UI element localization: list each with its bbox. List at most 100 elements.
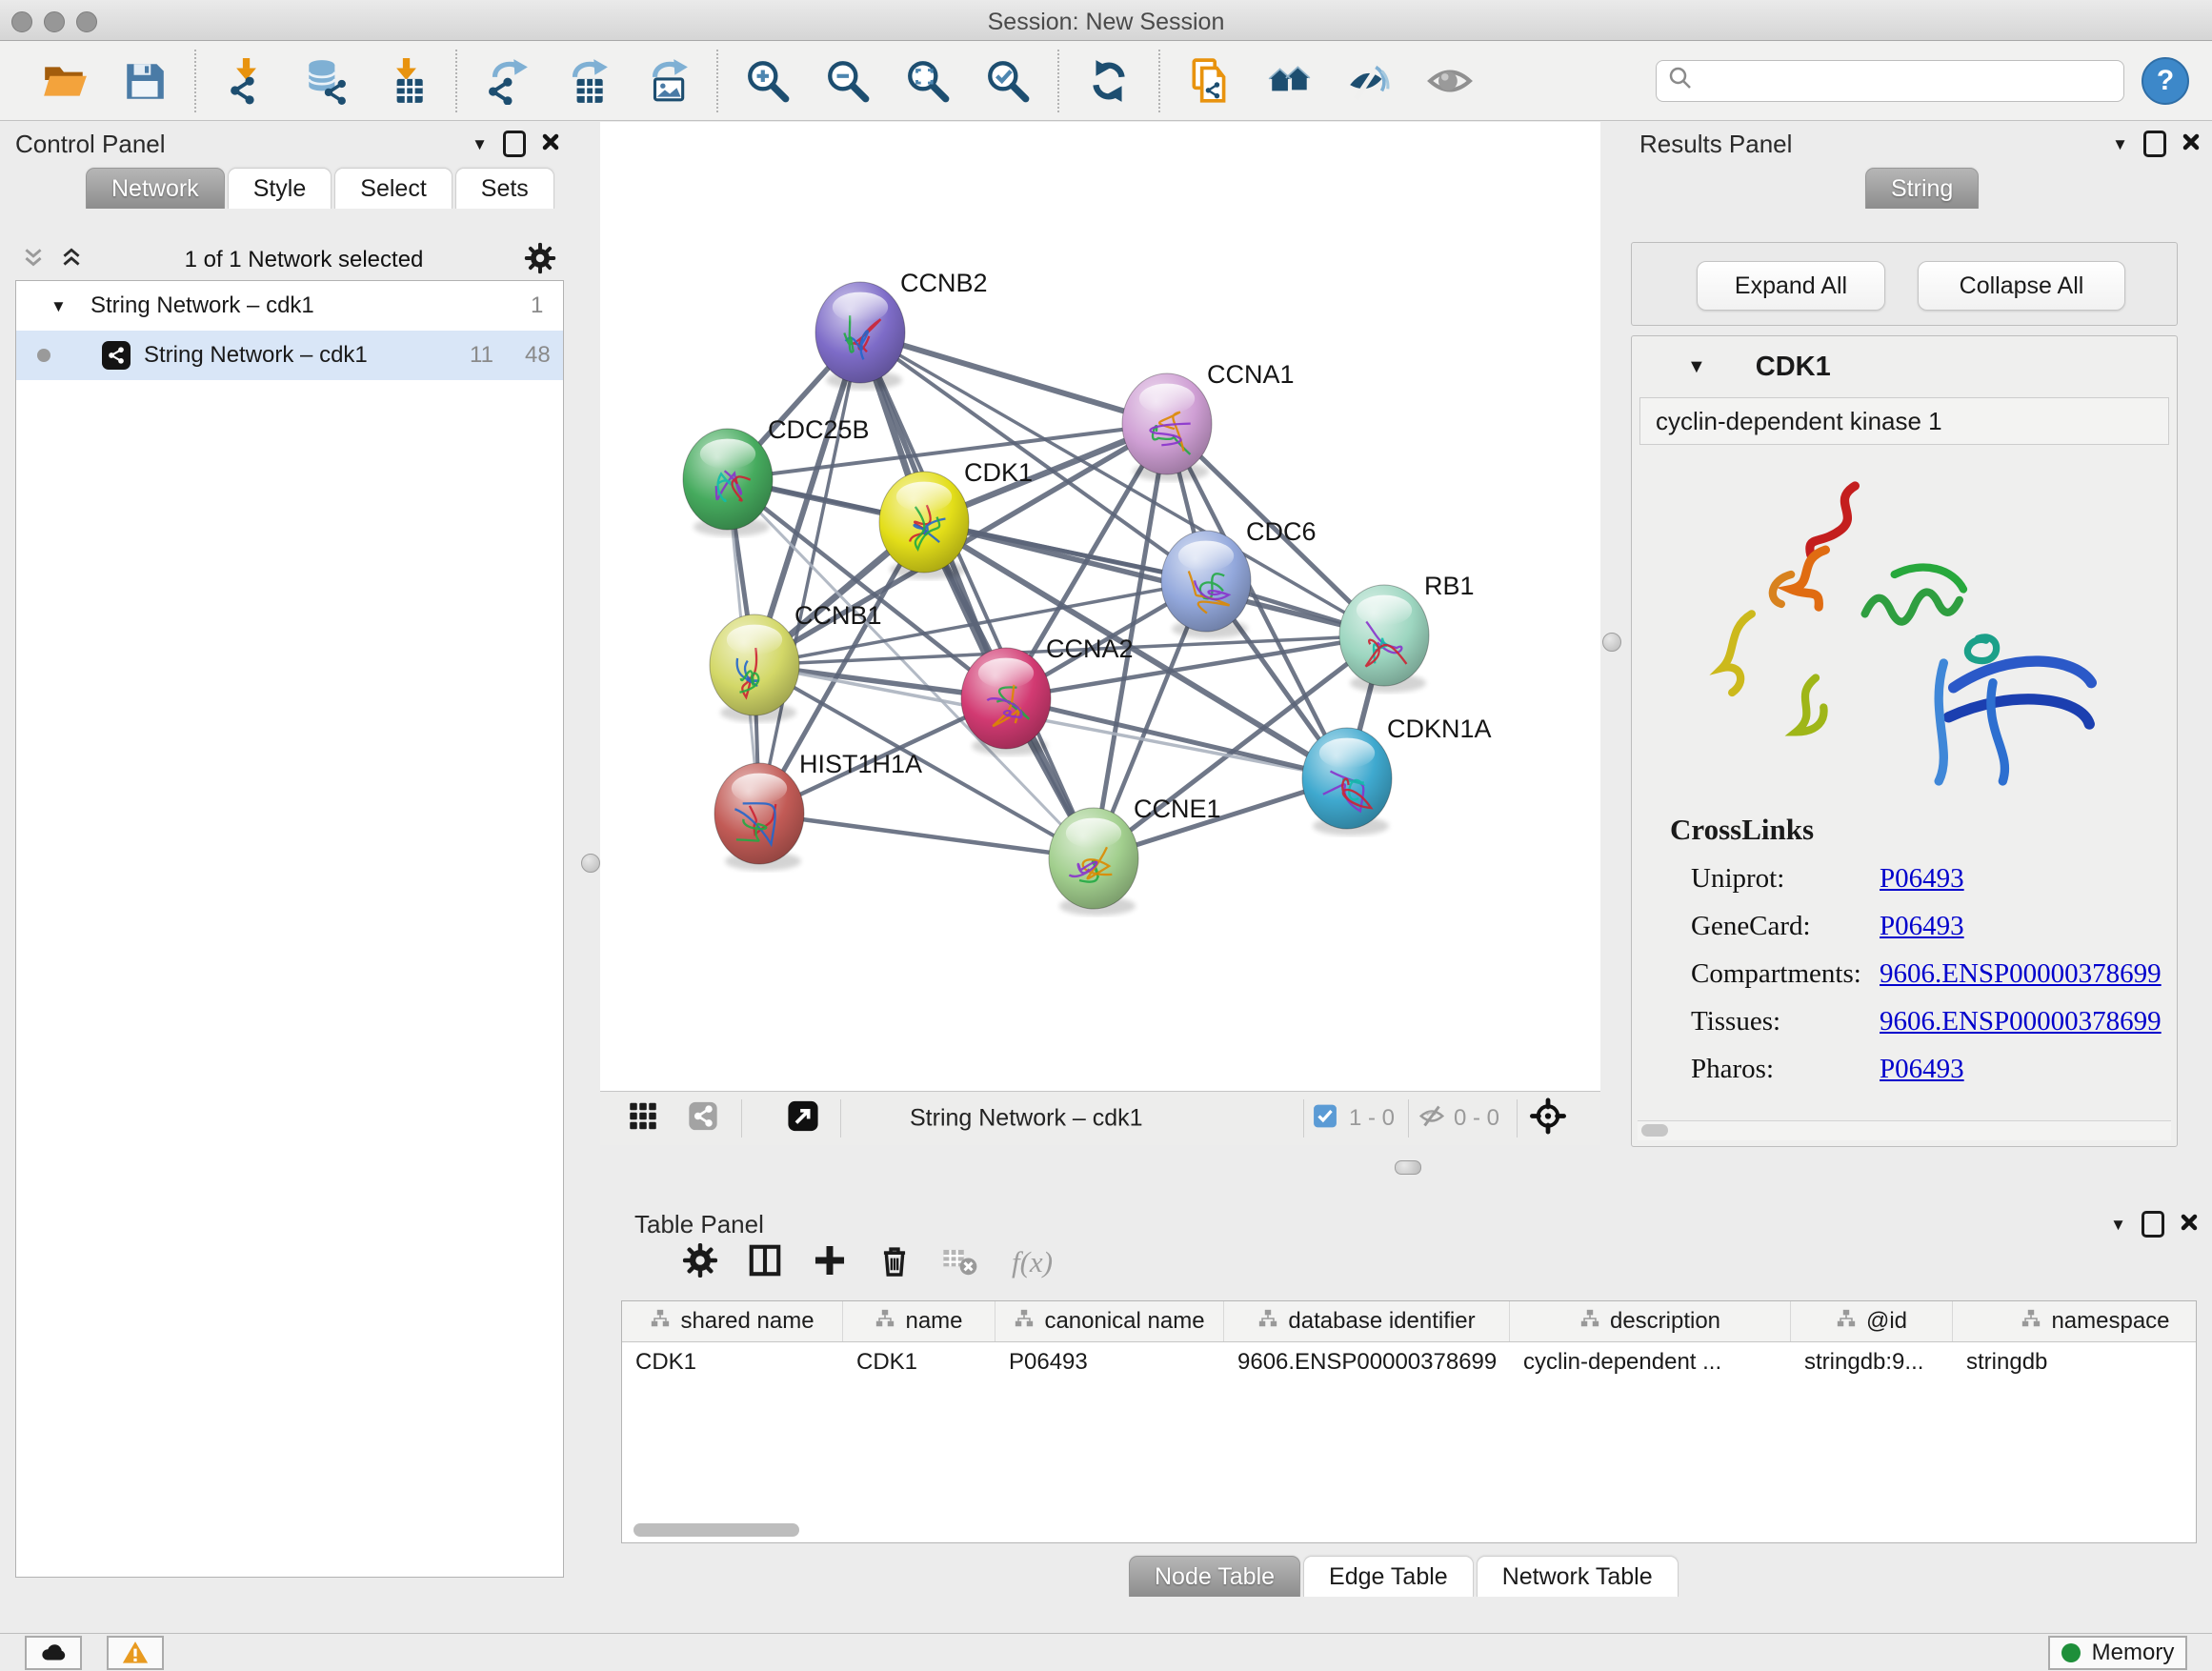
network-node-CCNA2[interactable]: CCNA2	[961, 634, 1134, 755]
export-image-icon[interactable]	[641, 55, 693, 107]
table-cell[interactable]: P06493	[995, 1349, 1224, 1376]
table-cell[interactable]: stringdb:9...	[1791, 1349, 1953, 1376]
selected-checkbox-icon[interactable]	[1313, 1104, 1337, 1134]
collapse-all-button[interactable]: Collapse All	[1918, 261, 2125, 311]
import-database-icon[interactable]	[300, 55, 352, 107]
table-cell[interactable]: cyclin-dependent ...	[1510, 1349, 1791, 1376]
column-header-name[interactable]: name	[843, 1301, 995, 1341]
duplicate-network-icon[interactable]	[1184, 55, 1236, 107]
table-panel-menu-icon[interactable]: ▼	[2110, 1217, 2126, 1233]
right-splitter-grip[interactable]	[1602, 633, 1621, 652]
collapse-all-networks-icon[interactable]	[21, 246, 46, 275]
help-button[interactable]: ?	[2142, 57, 2189, 105]
table-panel-close-icon[interactable]	[2180, 1213, 2199, 1237]
control-panel-menu-icon[interactable]: ▼	[472, 136, 488, 152]
network-node-CCNB2[interactable]: CCNB2	[815, 269, 988, 390]
column-header-id[interactable]: @id	[1791, 1301, 1953, 1341]
export-network-icon[interactable]	[481, 55, 533, 107]
network-options-gear-icon[interactable]	[524, 242, 556, 279]
network-node-RB1[interactable]: RB1	[1339, 572, 1475, 693]
hide-selected-icon[interactable]	[1344, 55, 1396, 107]
show-all-icon[interactable]	[1424, 55, 1476, 107]
control-panel-close-icon[interactable]	[541, 132, 560, 156]
expand-all-networks-icon[interactable]	[59, 246, 84, 275]
crosslink-link[interactable]: P06493	[1880, 911, 1964, 942]
network-node-CDC6[interactable]: CDC6	[1161, 517, 1317, 638]
table-cell[interactable]: CDK1	[843, 1349, 995, 1376]
node-label: RB1	[1424, 572, 1475, 600]
gene-section-header[interactable]: ▼ CDK1	[1632, 336, 2177, 397]
network-view[interactable]: CCNB2CCNA1CDC25BCDK1CDC6RB1CCNB1CCNA2CDK…	[600, 122, 1600, 1145]
results-panel-float-icon[interactable]	[2143, 131, 2166, 157]
zoom-out-icon[interactable]	[822, 55, 874, 107]
results-scrollbar[interactable]	[1638, 1120, 2171, 1140]
zoom-selected-icon[interactable]	[982, 55, 1034, 107]
tab-node-table[interactable]: Node Table	[1129, 1556, 1300, 1597]
network-edge[interactable]	[759, 814, 1094, 858]
column-header-description[interactable]: description	[1510, 1301, 1791, 1341]
control-panel-float-icon[interactable]	[503, 131, 526, 157]
expand-all-button[interactable]: Expand All	[1697, 261, 1885, 311]
gene-expander-icon[interactable]: ▼	[1687, 357, 1706, 376]
home-icon[interactable]	[1264, 55, 1316, 107]
open-session-icon[interactable]	[39, 55, 90, 107]
tab-style[interactable]: Style	[228, 168, 332, 209]
collection-expander-icon[interactable]: ▼	[50, 298, 67, 314]
network-edge[interactable]	[860, 332, 1094, 858]
split-columns-icon[interactable]	[747, 1242, 783, 1283]
left-splitter-grip[interactable]	[581, 854, 600, 873]
table-cell[interactable]: stringdb	[1953, 1349, 2197, 1376]
tab-sets[interactable]: Sets	[455, 168, 554, 209]
network-node-CDKN1A[interactable]: CDKN1A	[1302, 715, 1492, 836]
zoom-fit-icon[interactable]	[902, 55, 954, 107]
birds-eye-view-icon[interactable]	[1530, 1098, 1566, 1139]
delete-row-icon[interactable]	[876, 1242, 913, 1283]
crosslink-link[interactable]: 9606.ENSP00000378699	[1880, 1006, 2162, 1037]
column-header-databaseidentifier[interactable]: database identifier	[1224, 1301, 1510, 1341]
memory-button[interactable]: Memory	[2048, 1636, 2187, 1670]
network-node-HIST1H1A[interactable]: HIST1H1A	[714, 750, 922, 871]
zoom-in-icon[interactable]	[742, 55, 794, 107]
tab-network-table[interactable]: Network Table	[1477, 1556, 1679, 1597]
crosslink-link[interactable]: 9606.ENSP00000378699	[1880, 958, 2162, 990]
export-table-icon[interactable]	[561, 55, 613, 107]
table-horizontal-scrollbar[interactable]	[628, 1522, 2190, 1538]
column-header-sharedname[interactable]: shared name	[622, 1301, 843, 1341]
open-in-new-window-icon[interactable]	[787, 1100, 819, 1137]
network-edge[interactable]	[860, 332, 1167, 424]
tab-edge-table[interactable]: Edge Table	[1303, 1556, 1474, 1597]
search-input[interactable]	[1695, 67, 2123, 95]
crosslink-link[interactable]: P06493	[1880, 1054, 1964, 1085]
add-column-icon[interactable]	[812, 1242, 848, 1283]
string-view-icon[interactable]	[688, 1101, 718, 1137]
network-collection-row[interactable]: ▼ String Network – cdk1 1	[16, 281, 563, 331]
node-table[interactable]: shared namenamecanonical namedatabase id…	[621, 1300, 2197, 1543]
fx-function-builder: f(x)	[1012, 1245, 1053, 1279]
import-network-icon[interactable]	[220, 55, 271, 107]
tab-network[interactable]: Network	[86, 168, 225, 209]
results-panel-menu-icon[interactable]: ▼	[2112, 136, 2128, 152]
tab-select[interactable]: Select	[334, 168, 452, 209]
crosslink-link[interactable]: P06493	[1880, 863, 1964, 895]
column-header-namespace[interactable]: namespace	[1953, 1301, 2197, 1341]
warning-button[interactable]	[107, 1636, 164, 1670]
results-panel-close-icon[interactable]	[2182, 132, 2201, 156]
table-cell[interactable]: 9606.ENSP00000378699	[1224, 1349, 1510, 1376]
bottom-splitter-grip[interactable]	[1395, 1160, 1421, 1175]
save-session-icon[interactable]	[119, 55, 171, 107]
network-row[interactable]: String Network – cdk1 11 48	[16, 331, 563, 380]
table-cell[interactable]: CDK1	[622, 1349, 843, 1376]
cloud-button[interactable]	[25, 1636, 82, 1670]
column-header-canonicalname[interactable]: canonical name	[995, 1301, 1224, 1341]
search-box[interactable]	[1656, 60, 2124, 102]
table-row[interactable]: CDK1CDK1P064939606.ENSP00000378699cyclin…	[622, 1342, 2196, 1382]
grid-view-icon[interactable]	[629, 1102, 657, 1136]
tab-string[interactable]: String	[1865, 168, 1979, 209]
network-graph[interactable]: CCNB2CCNA1CDC25BCDK1CDC6RB1CCNB1CCNA2CDK…	[600, 122, 1600, 1092]
network-node-CCNE1[interactable]: CCNE1	[1049, 795, 1221, 916]
table-panel-float-icon[interactable]	[2142, 1211, 2164, 1238]
import-table-icon[interactable]	[380, 55, 432, 107]
refresh-icon[interactable]	[1083, 55, 1135, 107]
hidden-eye-icon	[1418, 1102, 1446, 1136]
table-gear-icon[interactable]	[682, 1242, 718, 1283]
